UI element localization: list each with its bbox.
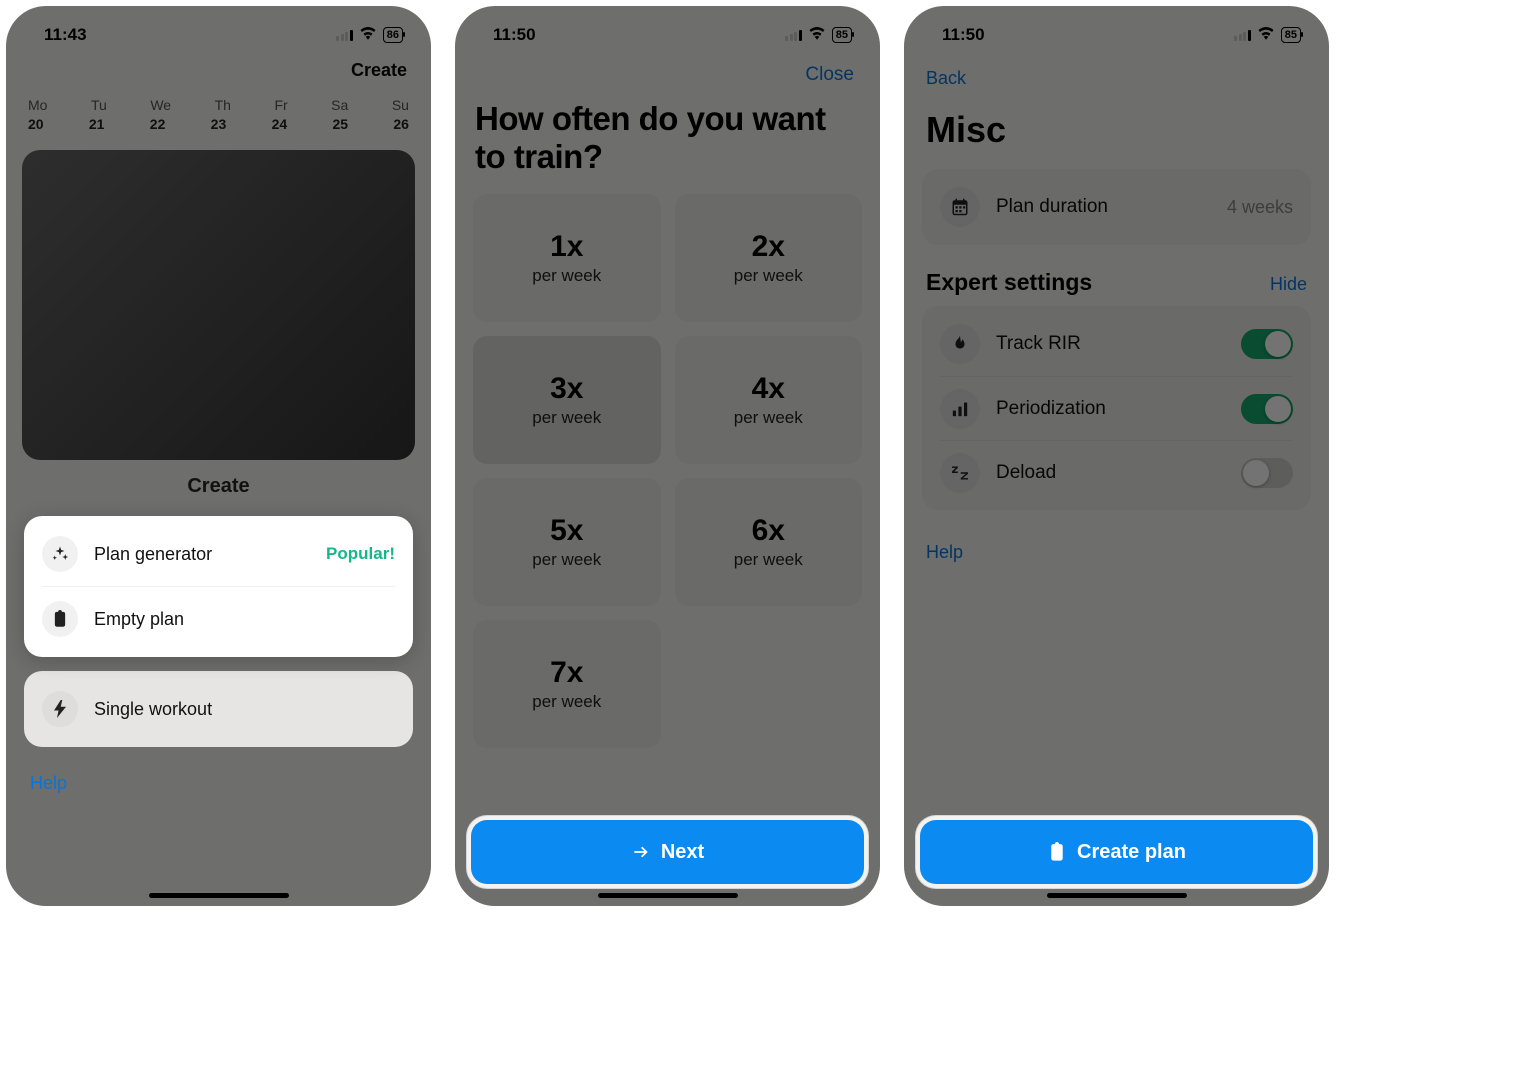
- create-sheet: Create Plan generator Popular! Empty pla…: [6, 457, 431, 906]
- single-workout-card: Single workout: [24, 671, 413, 747]
- create-plan-label: Create plan: [1077, 841, 1186, 864]
- bolt-icon: [42, 691, 78, 727]
- modal-overlay: [455, 6, 880, 906]
- plan-generator-label: Plan generator: [94, 544, 310, 565]
- help-link[interactable]: Help: [24, 761, 413, 806]
- clipboard-icon: [42, 601, 78, 637]
- home-indicator: [598, 893, 738, 898]
- plan-generator-row[interactable]: Plan generator Popular!: [42, 522, 395, 586]
- arrow-right-icon: [631, 842, 651, 862]
- screen-misc-settings: 11:50 85 Back Misc Plan duration 4 weeks…: [904, 6, 1329, 906]
- empty-plan-label: Empty plan: [94, 609, 395, 630]
- screen-create-menu: 11:43 86 Create Mo Tu We Th Fr Sa Su 20 …: [6, 6, 431, 906]
- next-label: Next: [661, 841, 704, 864]
- single-workout-row[interactable]: Single workout: [42, 677, 395, 741]
- home-indicator: [1047, 893, 1187, 898]
- clipboard-icon: [1047, 842, 1067, 862]
- plan-options-card: Plan generator Popular! Empty plan: [24, 516, 413, 657]
- screen-frequency: 11:50 85 Close How often do you want to …: [455, 6, 880, 906]
- create-plan-button[interactable]: Create plan: [920, 820, 1313, 884]
- modal-overlay: [904, 6, 1329, 906]
- popular-badge: Popular!: [326, 544, 395, 564]
- sheet-title: Create: [24, 475, 413, 498]
- next-button[interactable]: Next: [471, 820, 864, 884]
- sparkle-icon: [42, 536, 78, 572]
- single-workout-label: Single workout: [94, 699, 395, 720]
- home-indicator: [149, 893, 289, 898]
- empty-plan-row[interactable]: Empty plan: [42, 586, 395, 651]
